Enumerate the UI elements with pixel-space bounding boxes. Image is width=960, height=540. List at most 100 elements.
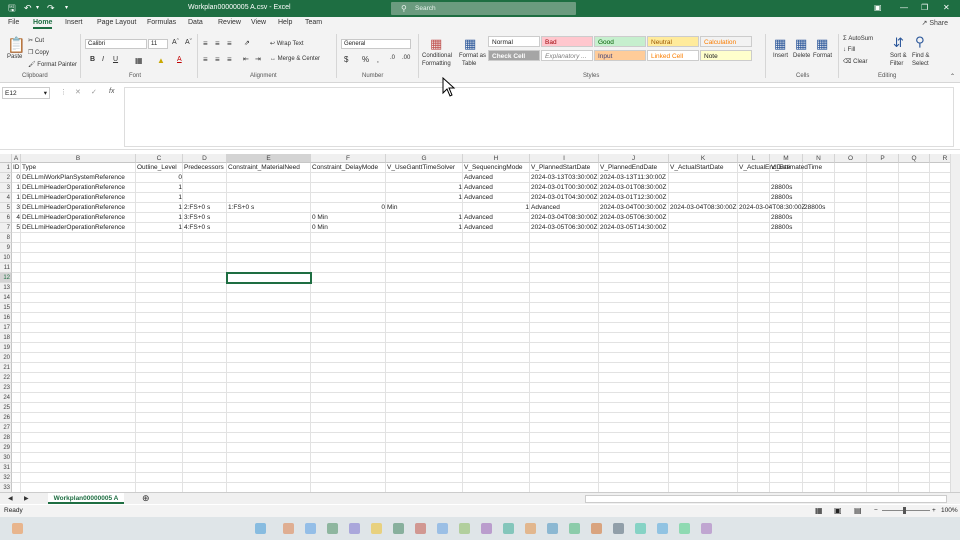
clear-button[interactable]: ⌫ Clear — [843, 58, 868, 65]
find-select-icon[interactable]: ⚲ — [915, 34, 925, 50]
tab-team[interactable]: Team — [305, 19, 322, 26]
fill-button[interactable]: ↓ Fill — [843, 47, 855, 53]
data-cell[interactable]: 1 — [386, 183, 463, 193]
data-cell[interactable]: 0 — [311, 203, 386, 213]
tab-home[interactable]: Home — [33, 19, 53, 29]
data-cell[interactable]: 0 — [12, 173, 21, 183]
wrap-text-button[interactable]: ↩ Wrap Text — [270, 40, 304, 47]
close-icon[interactable]: ✕ — [943, 3, 950, 12]
data-cell[interactable]: Advanced — [463, 173, 494, 183]
increase-indent-icon[interactable]: ⇥ — [255, 55, 261, 63]
delete-cells-button[interactable]: Delete — [793, 53, 810, 59]
autosum-button[interactable]: Σ AutoSum — [843, 36, 873, 42]
taskbar-app-icon[interactable] — [503, 523, 514, 534]
taskbar-app-icon[interactable] — [349, 523, 360, 534]
font-color-icon[interactable]: A — [177, 56, 182, 63]
data-cell[interactable]: 1 — [12, 193, 21, 203]
bold-icon[interactable]: B — [90, 56, 95, 63]
data-cell[interactable]: 2024-03-13T11:30:00Z — [599, 173, 667, 183]
zoom-level[interactable]: 100% — [941, 505, 958, 517]
taskbar-app-icon[interactable] — [635, 523, 646, 534]
row-header[interactable]: 20 — [0, 353, 12, 363]
data-cell[interactable]: 1 — [136, 213, 183, 223]
delete-cells-icon[interactable]: ▦ — [795, 36, 807, 52]
data-cell[interactable]: 1 — [136, 203, 183, 213]
data-cell[interactable]: 2024-03-04T08:30:00Z — [669, 203, 738, 213]
row-header[interactable]: 2 — [0, 173, 12, 183]
data-cell[interactable]: 5 — [12, 223, 21, 233]
data-cell[interactable]: Advanced — [463, 183, 494, 193]
cell-style-option[interactable]: Linked Cell — [647, 50, 699, 61]
insert-cells-button[interactable]: Insert — [773, 53, 788, 59]
currency-icon[interactable]: $ — [344, 55, 348, 64]
cell-style-option[interactable]: Check Cell — [488, 50, 540, 61]
column-header[interactable]: F — [311, 154, 386, 163]
column-title-cell[interactable]: Constraint_MaterialNeed — [227, 163, 301, 173]
column-title-cell[interactable]: Type — [21, 163, 37, 173]
redo-icon[interactable]: ↷ — [47, 3, 55, 14]
data-cell[interactable]: 3:FS+0 s — [183, 213, 211, 223]
taskbar-app-icon[interactable] — [283, 523, 294, 534]
column-title-cell[interactable]: Constraint_DelayMode — [311, 163, 379, 173]
column-header[interactable]: D — [183, 154, 227, 163]
minimize-icon[interactable]: — — [900, 3, 908, 12]
cancel-entry-icon[interactable]: ✕ — [75, 88, 81, 96]
row-header[interactable]: 26 — [0, 413, 12, 423]
zoom-out-icon[interactable]: − — [874, 505, 878, 517]
column-title-cell[interactable]: ID — [12, 163, 21, 173]
column-title-cell[interactable]: Outline_Level — [136, 163, 178, 173]
conditional-formatting-icon[interactable]: ▦ — [430, 36, 442, 52]
format-painter-button[interactable]: 🖌 Format Painter — [28, 61, 77, 68]
row-header[interactable]: 27 — [0, 423, 12, 433]
data-cell[interactable]: 28800s — [803, 203, 826, 213]
prev-sheet-icon[interactable]: ◀ — [8, 495, 13, 502]
column-header[interactable]: J — [599, 154, 669, 163]
data-cell[interactable]: Advanced — [463, 193, 494, 203]
tab-page-layout[interactable]: Page Layout — [97, 19, 136, 26]
data-cell[interactable]: 2024-03-13T03:30:00Z — [530, 173, 599, 183]
taskbar-app-icon[interactable] — [481, 523, 492, 534]
find-select-label[interactable]: Find & — [912, 53, 929, 59]
row-header[interactable]: 8 — [0, 233, 12, 243]
conditional-formatting-label-line2[interactable]: Formatting — [422, 61, 451, 67]
data-cell[interactable]: 2024-03-04T00:30:00Z — [599, 203, 668, 213]
column-header[interactable]: O — [835, 154, 867, 163]
sort-filter-label-line2[interactable]: Filter — [890, 61, 903, 67]
row-header[interactable]: 33 — [0, 483, 12, 492]
data-cell[interactable]: DELLmiHeaderOperationReference — [21, 203, 126, 213]
row-header[interactable]: 22 — [0, 373, 12, 383]
row-header[interactable]: 28 — [0, 433, 12, 443]
data-cell[interactable]: 2024-03-04T08:30:00Z — [738, 203, 807, 213]
row-header[interactable]: 5 — [0, 203, 12, 213]
data-cell[interactable]: 0 Min — [311, 223, 329, 233]
align-bottom-icon[interactable]: ≡ — [227, 39, 232, 48]
align-right-icon[interactable]: ≡ — [227, 55, 232, 64]
row-header[interactable]: 14 — [0, 293, 12, 303]
format-cells-button[interactable]: Format — [813, 53, 832, 59]
row-header[interactable]: 32 — [0, 473, 12, 483]
confirm-entry-icon[interactable]: ✓ — [91, 88, 97, 96]
taskbar-app-icon[interactable] — [415, 523, 426, 534]
column-header[interactable]: R — [930, 154, 950, 163]
format-as-table-icon[interactable]: ▦ — [464, 36, 476, 52]
row-header[interactable]: 16 — [0, 313, 12, 323]
taskbar-app-icon[interactable] — [255, 523, 266, 534]
data-cell[interactable]: DELLmiHeaderOperationReference — [21, 223, 126, 233]
data-cell[interactable]: 1 — [136, 193, 183, 203]
comma-icon[interactable]: ‚ — [377, 55, 379, 64]
tab-review[interactable]: Review — [218, 19, 241, 26]
column-header[interactable]: A — [12, 154, 21, 163]
taskbar-app-icon[interactable] — [613, 523, 624, 534]
sheet-tab[interactable]: Workplan00000005 A — [48, 493, 124, 504]
row-header[interactable]: 13 — [0, 283, 12, 293]
page-layout-view-icon[interactable]: ▣ — [834, 505, 842, 517]
column-title-cell[interactable]: V_EstimatedTime — [770, 163, 823, 173]
column-header[interactable]: C — [136, 154, 183, 163]
data-cell[interactable]: 2024-03-01T12:30:00Z — [599, 193, 668, 203]
cell-style-option[interactable]: Note — [700, 50, 752, 61]
paste-button[interactable]: Paste — [7, 54, 22, 60]
data-cell[interactable]: 4:FS+0 s — [183, 223, 211, 233]
column-header[interactable]: I — [530, 154, 599, 163]
row-header[interactable]: 19 — [0, 343, 12, 353]
taskbar-app-icon[interactable] — [657, 523, 668, 534]
